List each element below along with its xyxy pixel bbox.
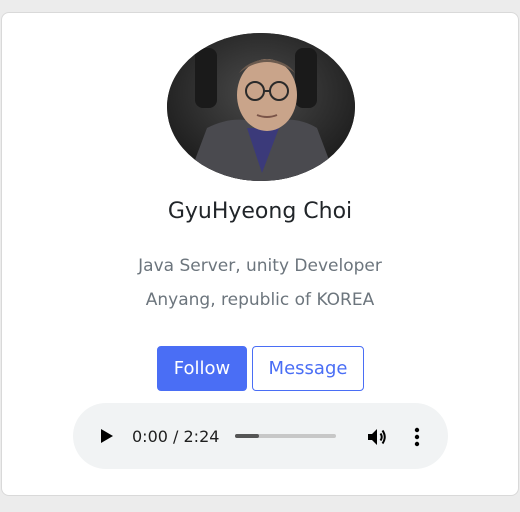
avatar-photo — [167, 33, 355, 181]
more-options-icon[interactable] — [413, 427, 421, 447]
follow-button[interactable]: Follow — [157, 346, 247, 391]
message-button[interactable]: Message — [252, 346, 364, 391]
profile-location: Anyang, republic of KOREA — [145, 290, 375, 310]
volume-icon[interactable] — [365, 425, 389, 449]
audio-progress-bar[interactable] — [235, 434, 336, 438]
audio-progress-fill — [235, 434, 260, 438]
play-icon[interactable] — [101, 429, 113, 443]
audio-player: 0:00 / 2:24 — [73, 403, 448, 469]
avatar — [167, 33, 355, 181]
profile-card: GyuHyeong Choi Java Server, unity Develo… — [1, 12, 519, 496]
profile-role: Java Server, unity Developer — [138, 256, 382, 276]
audio-time: 0:00 / 2:24 — [132, 427, 220, 446]
profile-name: GyuHyeong Choi — [167, 199, 353, 224]
